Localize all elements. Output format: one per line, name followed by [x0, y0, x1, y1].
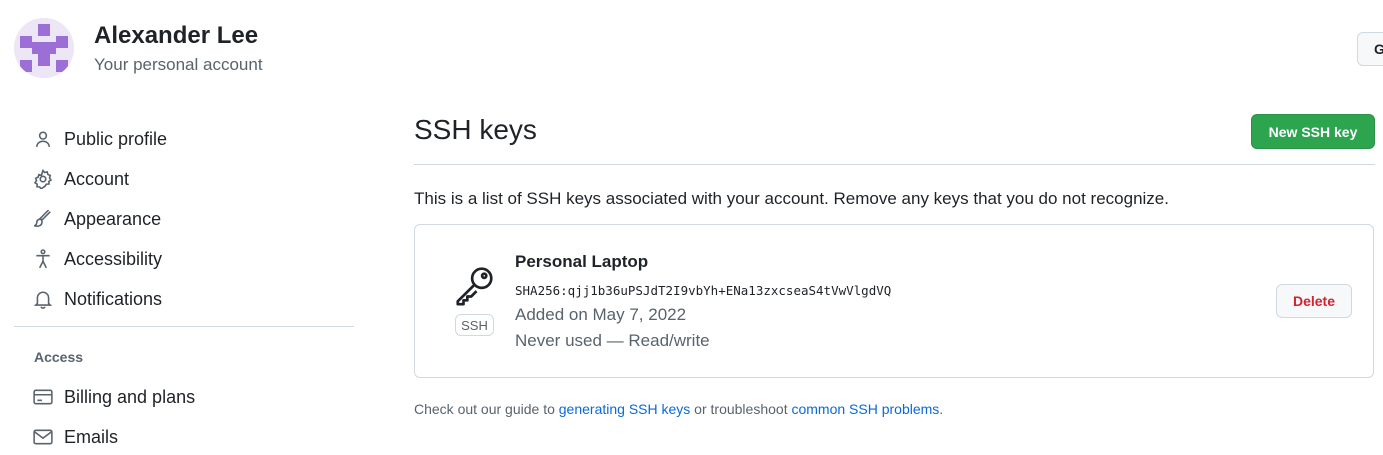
generating-ssh-keys-link[interactable]: generating SSH keys: [559, 401, 691, 417]
sidebar-item-accessibility[interactable]: Accessibility: [28, 241, 348, 277]
account-subtitle: Your personal account: [94, 55, 263, 74]
intro-text: This is a list of SSH keys associated wi…: [414, 189, 1169, 208]
page-title: SSH keys: [414, 114, 537, 145]
account-name[interactable]: Alexander Lee: [94, 22, 258, 50]
gear-icon: [28, 168, 58, 190]
help-footer-middle: or troubleshoot: [690, 401, 792, 417]
sidebar-item-label: Account: [64, 168, 130, 189]
new-ssh-key-button[interactable]: New SSH key: [1251, 114, 1375, 149]
sidebar-item-billing[interactable]: Billing and plans: [28, 379, 348, 415]
ssh-key-added-date: Added on May 7, 2022: [515, 305, 687, 324]
help-footer-prefix: Check out our guide to: [414, 401, 559, 417]
sidebar-item-label: Accessibility: [64, 248, 163, 269]
ssh-type-badge: SSH: [455, 314, 494, 336]
sidebar-item-account[interactable]: Account: [28, 161, 348, 197]
title-divider: [414, 164, 1375, 165]
sidebar-item-notifications[interactable]: Notifications: [28, 281, 348, 317]
help-footer: Check out our guide to generating SSH ke…: [414, 401, 943, 417]
sidebar-section-heading: Access: [34, 349, 84, 365]
bell-icon: [28, 288, 58, 310]
avatar[interactable]: [14, 18, 74, 78]
person-icon: [28, 128, 58, 150]
sidebar-item-label: Appearance: [64, 208, 162, 229]
credit-card-icon: [28, 386, 58, 408]
sidebar-item-label: Billing and plans: [64, 386, 196, 407]
identicon-image: [14, 18, 74, 78]
sidebar-divider: [14, 326, 354, 327]
ssh-key-usage: Never used — Read/write: [515, 331, 710, 350]
accessibility-icon: [28, 248, 58, 270]
delete-key-button[interactable]: Delete: [1276, 284, 1352, 318]
sidebar-item-label: Notifications: [64, 288, 163, 309]
sidebar-item-label: Public profile: [64, 128, 168, 149]
sidebar-item-label: Emails: [64, 426, 119, 447]
help-footer-suffix: .: [939, 401, 944, 417]
ssh-key-fingerprint: SHA256:qjj1b36uPSJdT2I9vbYh+ENa13zxcseaS…: [515, 283, 892, 298]
paintbrush-icon: [28, 208, 58, 230]
common-ssh-problems-link[interactable]: common SSH problems: [791, 401, 939, 417]
sidebar-item-appearance[interactable]: Appearance: [28, 201, 348, 237]
mail-icon: [28, 426, 58, 448]
go-to-profile-button[interactable]: G: [1357, 32, 1383, 66]
key-icon: [452, 262, 498, 308]
ssh-key-list-item: [414, 224, 1374, 378]
sidebar-item-public-profile[interactable]: Public profile: [28, 121, 348, 157]
ssh-key-title: Personal Laptop: [515, 252, 649, 271]
sidebar-item-emails[interactable]: Emails: [28, 419, 348, 455]
